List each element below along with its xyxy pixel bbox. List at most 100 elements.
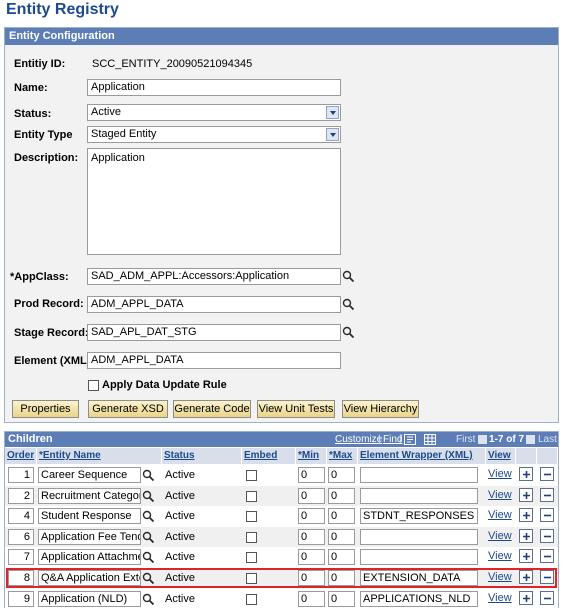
col-view[interactable]: View [486,448,516,464]
max-input[interactable]: 0 [328,570,355,586]
grid-icon[interactable] [424,434,436,445]
element-wrapper-input[interactable] [360,488,478,504]
col-entity-name[interactable]: *Entity Name [37,448,162,464]
max-input[interactable]: 0 [328,549,355,565]
view-link[interactable]: View [488,468,512,480]
embed-checkbox[interactable] [246,573,257,584]
embed-checkbox[interactable] [246,470,257,481]
col-max[interactable]: *Max [327,448,358,464]
lookup-icon[interactable] [142,572,155,585]
lookup-icon[interactable] [142,469,155,482]
entity-name-input[interactable]: Application Fee Tender [38,529,141,545]
embed-checkbox[interactable] [246,491,257,502]
col-status[interactable]: Status [162,448,242,464]
delete-row-button[interactable] [540,529,554,543]
prod-record-field[interactable]: ADM_APPL_DATA [87,296,341,313]
max-input[interactable]: 0 [328,467,355,483]
view-link[interactable]: View [488,592,512,604]
element-wrapper-input[interactable] [360,467,478,483]
delete-row-button[interactable] [540,570,554,584]
lookup-icon[interactable] [142,510,155,523]
max-input[interactable]: 0 [328,508,355,524]
embed-checkbox[interactable] [246,552,257,563]
dropdown-arrow-icon[interactable] [326,128,339,141]
add-row-button[interactable] [519,591,533,605]
min-input[interactable]: 0 [298,529,325,545]
stage-record-field[interactable]: SAD_APL_DAT_STG [87,324,341,341]
order-input[interactable]: 8 [8,570,34,586]
min-input[interactable]: 0 [298,549,325,565]
prev-arrow-icon[interactable] [478,435,487,444]
add-row-button[interactable] [519,508,533,522]
min-input[interactable]: 0 [298,467,325,483]
add-row-button[interactable] [519,529,533,543]
min-input[interactable]: 0 [298,570,325,586]
max-input[interactable]: 0 [328,529,355,545]
delete-row-button[interactable] [540,488,554,502]
dropdown-arrow-icon[interactable] [326,106,339,119]
download-icon[interactable] [404,434,416,445]
lookup-icon[interactable] [142,490,155,503]
add-row-button[interactable] [519,488,533,502]
delete-row-button[interactable] [540,508,554,522]
order-input[interactable]: 4 [8,508,34,524]
element-wrapper-input[interactable] [360,549,478,565]
name-field[interactable]: Application [87,79,341,96]
delete-row-button[interactable] [540,591,554,605]
lookup-icon[interactable] [142,593,155,606]
lookup-icon[interactable] [142,531,155,544]
entity-type-select[interactable]: Staged Entity [87,126,341,143]
entity-name-input[interactable]: Application (NLD) [38,591,141,607]
entity-name-input[interactable]: Recruitment Category [38,488,141,504]
min-input[interactable]: 0 [298,488,325,504]
add-row-button[interactable] [519,467,533,481]
status-select[interactable]: Active [87,104,341,121]
min-input[interactable]: 0 [298,508,325,524]
lookup-icon[interactable] [142,551,155,564]
description-textarea[interactable]: Application [87,148,341,255]
order-input[interactable]: 9 [8,591,34,607]
embed-checkbox[interactable] [246,532,257,543]
entity-name-input[interactable]: Career Sequence [38,467,141,483]
next-arrow-icon[interactable] [526,435,535,444]
add-row-button[interactable] [519,570,533,584]
entity-name-input[interactable]: Q&A Application Extension [38,570,141,586]
lookup-icon[interactable] [342,326,355,339]
element-wrapper-input[interactable]: STDNT_RESPONSES [360,508,478,524]
lookup-icon[interactable] [342,270,355,283]
view-link[interactable]: View [488,571,512,583]
col-element-wrapper[interactable]: Element Wrapper (XML) [358,448,486,464]
order-input[interactable]: 2 [8,488,34,504]
apply-data-update-rule-checkbox[interactable] [88,380,99,391]
element-wrapper-input[interactable]: APPLICATIONS_NLD [360,591,478,607]
view-link[interactable]: View [488,509,512,521]
view-hierarchy-button[interactable]: View Hierarchy [342,400,419,418]
add-row-button[interactable] [519,549,533,563]
embed-checkbox[interactable] [246,594,257,605]
element-wrapper-input[interactable]: EXTENSION_DATA [360,570,478,586]
delete-row-button[interactable] [540,549,554,563]
embed-checkbox[interactable] [246,511,257,522]
view-unit-tests-button[interactable]: View Unit Tests [257,400,335,418]
customize-link[interactable]: Customize [335,432,382,447]
order-input[interactable]: 1 [8,467,34,483]
col-min[interactable]: *Min [296,448,327,464]
appclass-field[interactable]: SAD_ADM_APPL:Accessors:Application [87,268,341,285]
view-link[interactable]: View [488,550,512,562]
entity-name-input[interactable]: Student Response [38,508,141,524]
min-input[interactable]: 0 [298,591,325,607]
element-wrapper-input[interactable] [360,529,478,545]
max-input[interactable]: 0 [328,591,355,607]
order-input[interactable]: 6 [8,529,34,545]
max-input[interactable]: 0 [328,488,355,504]
view-link[interactable]: View [488,530,512,542]
col-order[interactable]: Order [5,448,37,464]
delete-row-button[interactable] [540,467,554,481]
properties-button[interactable]: Properties [12,400,79,418]
generate-code-button[interactable]: Generate Code [173,400,251,418]
col-embed[interactable]: Embed [242,448,296,464]
element-xml-field[interactable]: ADM_APPL_DATA [87,352,341,369]
order-input[interactable]: 7 [8,549,34,565]
view-link[interactable]: View [488,489,512,501]
entity-name-input[interactable]: Application Attachment [38,549,141,565]
